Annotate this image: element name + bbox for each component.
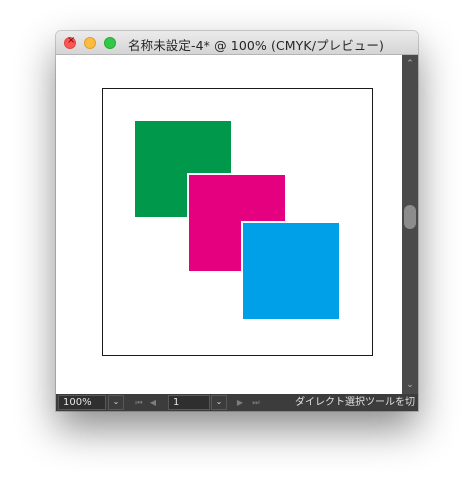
window-title: 名称未設定-4* @ 100% (CMYK/プレビュー) bbox=[128, 38, 384, 53]
zoom-level-field[interactable]: 100% bbox=[58, 395, 106, 410]
status-text: ダイレクト選択ツールを切 bbox=[295, 397, 415, 408]
minimize-button[interactable] bbox=[84, 37, 96, 49]
close-icon: × bbox=[67, 35, 76, 46]
document-window: × 名称未設定-4* @ 100% (CMYK/プレビュー) ⌃ ⌄ 100% … bbox=[56, 31, 418, 411]
close-button[interactable]: × bbox=[64, 35, 76, 49]
artboard[interactable] bbox=[102, 88, 373, 356]
last-artboard-icon[interactable]: ⏭ bbox=[249, 394, 263, 411]
first-artboard-icon[interactable]: ⏮ bbox=[132, 394, 146, 411]
scroll-down-icon[interactable]: ⌄ bbox=[405, 380, 415, 390]
status-bar: 100% ⌄ ⏮ ◀ 1 ⌄ ▶ ⏭ ダイレクト選択ツールを切 bbox=[56, 394, 418, 411]
cyan-square[interactable] bbox=[241, 221, 341, 321]
zoom-button[interactable] bbox=[104, 37, 116, 49]
next-artboard-icon[interactable]: ▶ bbox=[233, 394, 247, 411]
artboard-dropdown-icon[interactable]: ⌄ bbox=[211, 395, 227, 410]
scroll-thumb[interactable] bbox=[404, 205, 416, 229]
vertical-scrollbar[interactable]: ⌃ ⌄ bbox=[402, 55, 418, 394]
artboard-number-field[interactable]: 1 bbox=[168, 395, 210, 410]
title-bar[interactable]: × 名称未設定-4* @ 100% (CMYK/プレビュー) bbox=[56, 31, 418, 55]
zoom-dropdown-icon[interactable]: ⌄ bbox=[108, 395, 124, 410]
previous-artboard-icon[interactable]: ◀ bbox=[146, 394, 160, 411]
canvas-area[interactable] bbox=[56, 55, 402, 394]
scroll-up-icon[interactable]: ⌃ bbox=[405, 59, 415, 69]
